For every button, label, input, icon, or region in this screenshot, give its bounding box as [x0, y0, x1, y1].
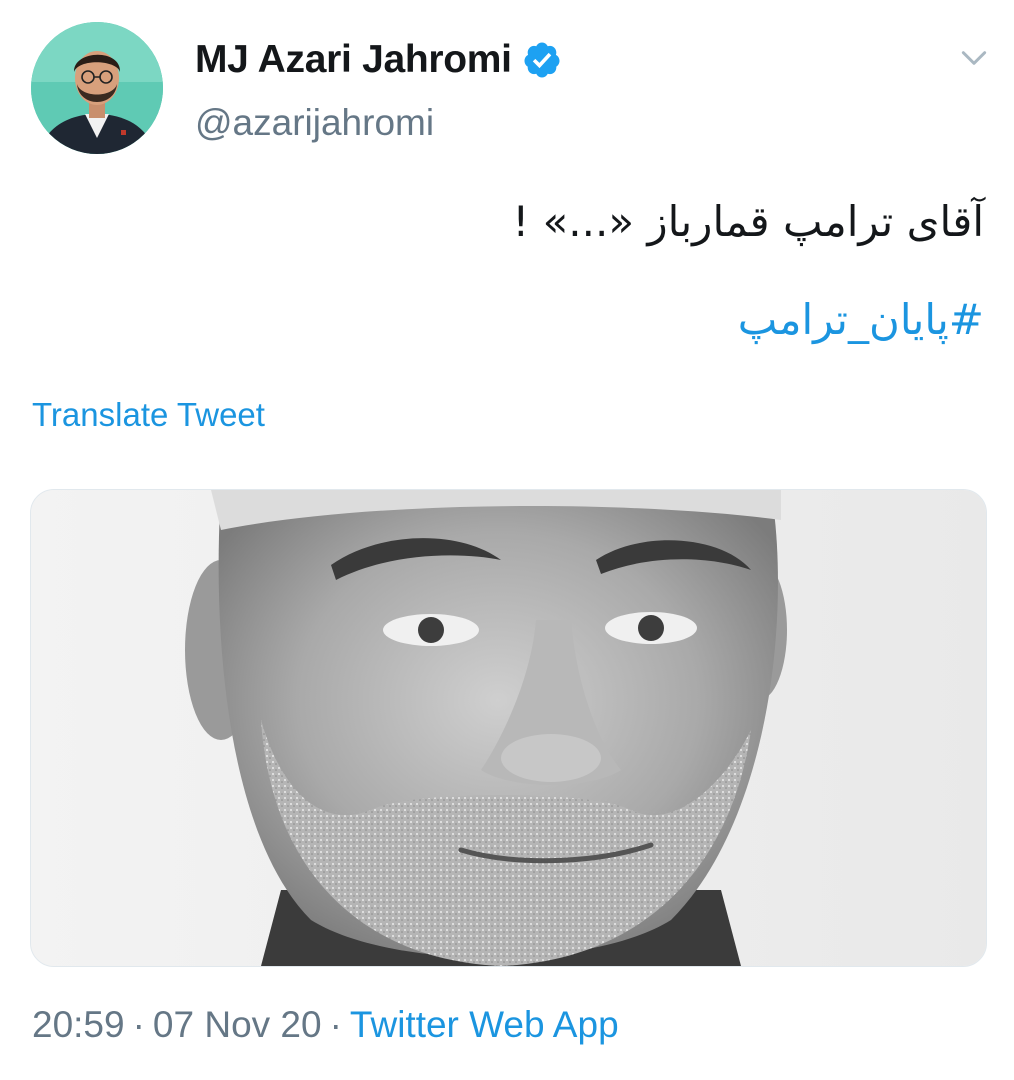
avatar[interactable]: [31, 22, 163, 154]
tweet-meta: 20:59 · 07 Nov 20 · Twitter Web App: [32, 1004, 619, 1046]
verified-badge-icon: [524, 42, 560, 78]
meta-separator: ·: [132, 1004, 145, 1045]
tweet-media-image[interactable]: [30, 489, 987, 967]
chevron-down-icon[interactable]: [958, 42, 990, 74]
tweet-source-link[interactable]: Twitter Web App: [350, 1004, 619, 1045]
tweet-date[interactable]: 07 Nov 20: [153, 1004, 322, 1045]
meta-separator: ·: [329, 1004, 342, 1045]
tweet-text: آقای ترامپ قمارباز «...» !: [512, 197, 984, 246]
author-display-name[interactable]: MJ Azari Jahromi: [195, 38, 512, 82]
tweet-time[interactable]: 20:59: [32, 1004, 125, 1045]
tweet-photo-icon: [31, 490, 986, 966]
translate-tweet-link[interactable]: Translate Tweet: [32, 396, 265, 434]
hashtag-link[interactable]: #پایان_ترامپ: [738, 290, 984, 350]
author-handle[interactable]: @azarijahromi: [195, 102, 434, 144]
author-name-row[interactable]: MJ Azari Jahromi: [195, 38, 562, 82]
profile-photo-icon: [31, 22, 163, 154]
